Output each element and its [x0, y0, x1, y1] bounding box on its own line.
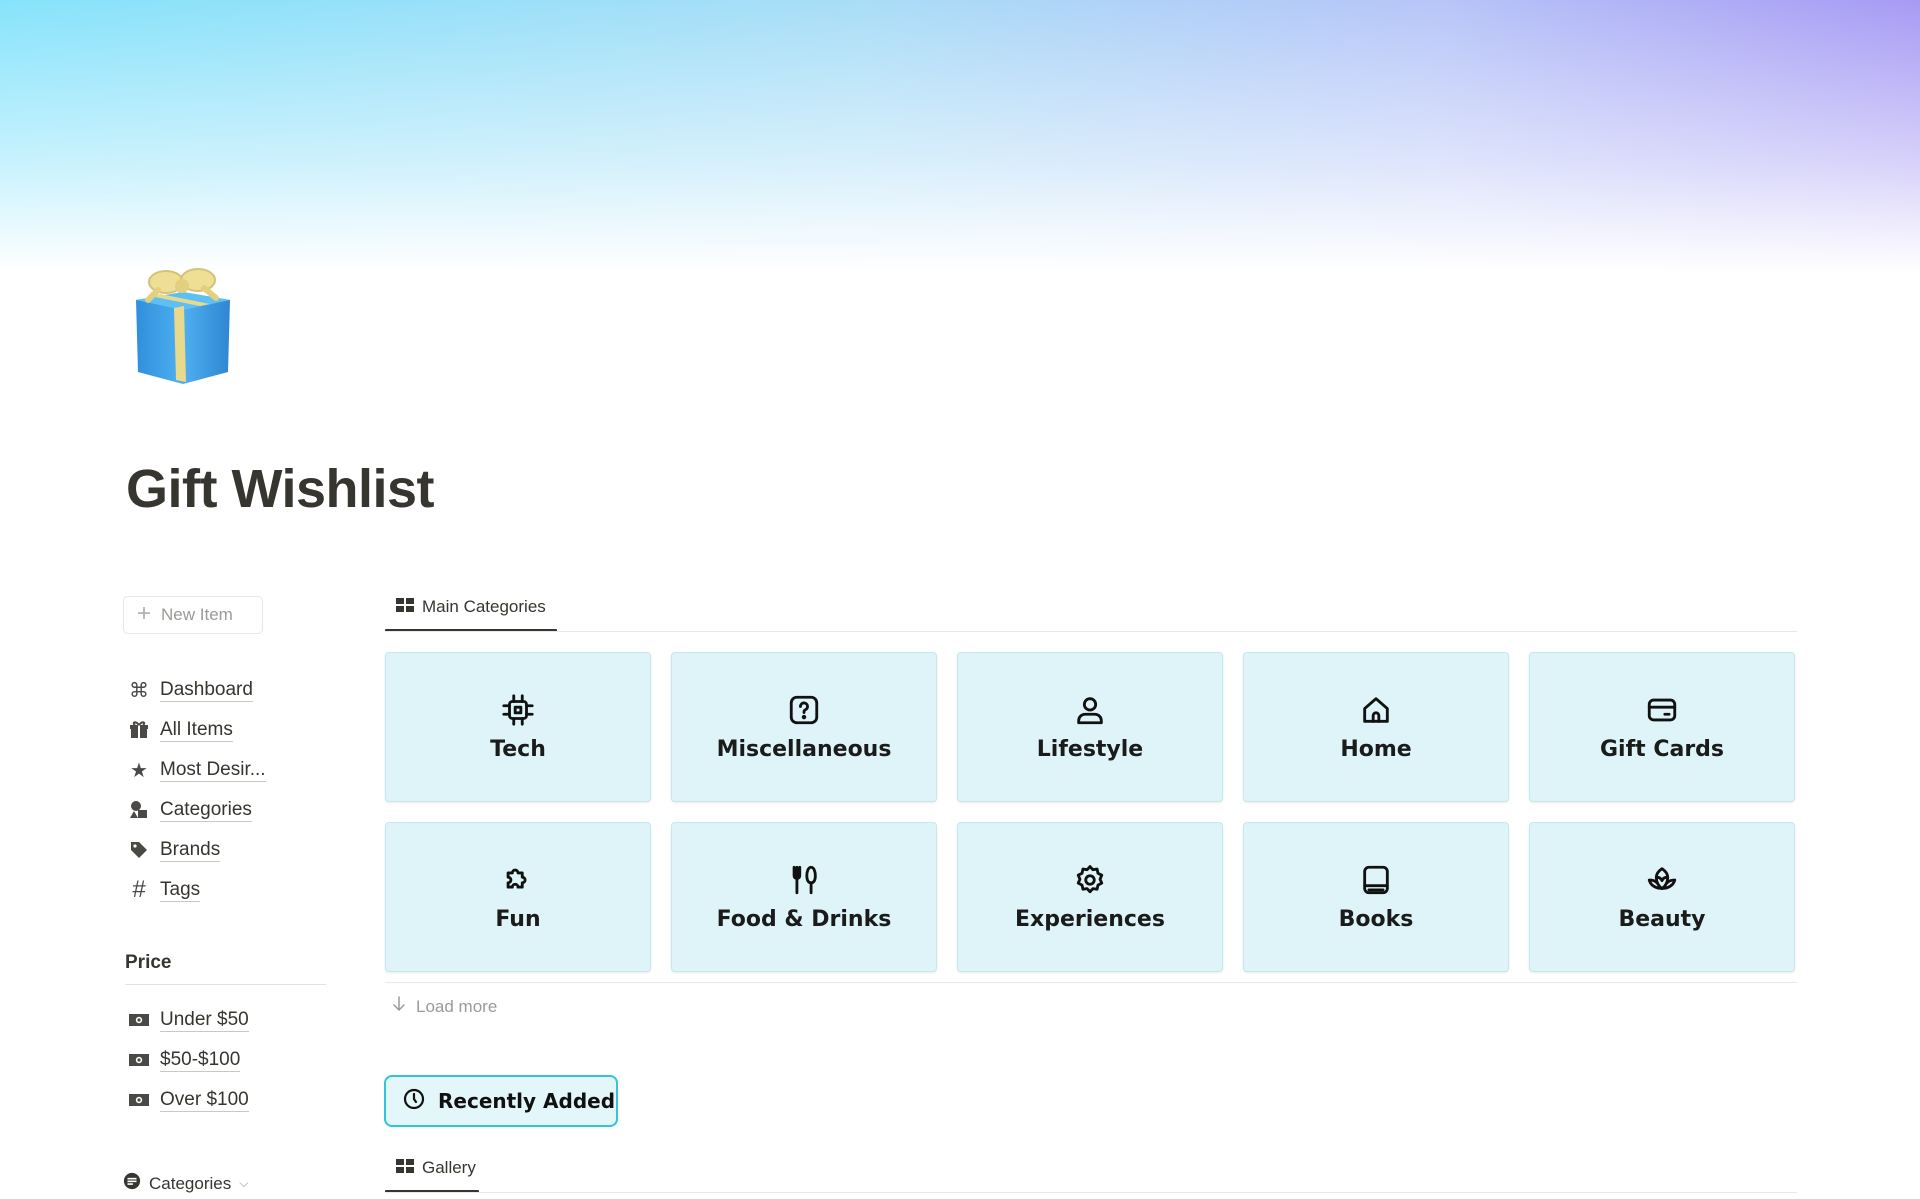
card-label: Miscellaneous — [716, 736, 892, 762]
lotus-icon — [1647, 866, 1677, 890]
category-card-gift-cards[interactable]: Gift Cards — [1529, 652, 1795, 802]
person-icon — [1077, 696, 1103, 724]
gallery-bottom-divider — [385, 982, 1797, 983]
sidebar-item-label[interactable]: All Items — [160, 719, 233, 742]
command-icon: ⌘ — [129, 679, 149, 702]
load-more-button[interactable]: Load more — [392, 996, 497, 1017]
money-icon — [128, 1049, 150, 1071]
puzzle-icon — [506, 868, 527, 888]
recently-added-label: Recently Added — [438, 1089, 616, 1113]
chip-icon — [502, 693, 534, 726]
category-card-fun[interactable]: Fun — [385, 822, 651, 972]
price-list: Under $50 $50-$100 Over $100 — [128, 1000, 249, 1120]
tab-label: Gallery — [422, 1158, 476, 1177]
sidebar-item-label[interactable]: Categories — [160, 799, 252, 822]
price-heading: Price — [125, 952, 326, 985]
book-icon — [1363, 865, 1389, 894]
recently-added-button[interactable]: Recently Added — [384, 1075, 618, 1127]
sidebar-item-label[interactable]: Over $100 — [160, 1089, 249, 1112]
category-card-beauty[interactable]: Beauty — [1529, 822, 1795, 972]
tab-divider — [385, 631, 1797, 632]
card-label: Home — [1340, 736, 1412, 762]
sidebar-nav: ⌘ Dashboard All Items ★ Most Desir... Ca… — [128, 670, 266, 910]
category-card-lifestyle[interactable]: Lifestyle — [957, 652, 1223, 802]
money-icon — [128, 1009, 150, 1031]
card-label: Food & Drinks — [716, 906, 892, 932]
card-icon — [1647, 698, 1677, 721]
gallery-view-icon — [396, 1158, 414, 1178]
categories-toggle-icon — [123, 1172, 141, 1195]
clock-icon — [402, 1087, 426, 1116]
question-icon — [789, 695, 819, 724]
new-item-button[interactable]: + New Item — [123, 596, 263, 634]
sidebar-item-label[interactable]: $50-$100 — [160, 1049, 241, 1072]
sidebar-item-most-desired[interactable]: ★ Most Desir... — [128, 750, 266, 790]
cover-banner — [0, 0, 1920, 272]
sidebar-item-dashboard[interactable]: ⌘ Dashboard — [128, 670, 266, 710]
fork-knife-icon — [792, 865, 817, 894]
category-card-tech[interactable]: Tech — [385, 652, 651, 802]
card-label: Experiences — [1015, 906, 1165, 932]
categories-toggle[interactable]: Categories ⌵ — [123, 1172, 248, 1195]
sidebar-item-brands[interactable]: Brands — [128, 830, 266, 870]
sidebar-item-categories[interactable]: Categories — [128, 790, 266, 830]
hashtag-icon: # — [132, 876, 146, 903]
card-label: Tech — [490, 736, 546, 762]
card-label: Books — [1338, 906, 1414, 932]
plus-icon: + — [137, 600, 152, 627]
page-title: Gift Wishlist — [126, 459, 435, 519]
category-card-miscellaneous[interactable]: Miscellaneous — [671, 652, 937, 802]
tab-divider — [385, 1192, 1797, 1193]
sidebar-item-under-50[interactable]: Under $50 — [128, 1000, 249, 1040]
arrow-down-icon — [392, 996, 406, 1017]
sidebar-item-50-100[interactable]: $50-$100 — [128, 1040, 249, 1080]
sidebar-item-label[interactable]: Most Desir... — [160, 759, 266, 782]
new-item-label: New Item — [161, 605, 233, 624]
categories-toggle-label: Categories — [149, 1173, 232, 1193]
sidebar-item-label[interactable]: Brands — [160, 839, 221, 862]
sidebar-item-label[interactable]: Under $50 — [160, 1009, 249, 1032]
card-label: Lifestyle — [1036, 736, 1144, 762]
tab-main-categories[interactable]: Main Categories — [385, 588, 557, 632]
sidebar-item-label[interactable]: Tags — [160, 879, 201, 902]
wrapped-gift-icon[interactable] — [128, 262, 238, 392]
card-label: Fun — [495, 906, 541, 932]
house-icon — [1363, 696, 1389, 723]
sidebar-item-over-100[interactable]: Over $100 — [128, 1080, 249, 1120]
gear-icon — [1076, 864, 1104, 893]
category-card-food-drinks[interactable]: Food & Drinks — [671, 822, 937, 972]
sidebar-item-label[interactable]: Dashboard — [160, 679, 253, 702]
categories-gallery: Tech Miscellaneous Lifestyle Home Gift C… — [385, 652, 1797, 972]
tab-gallery[interactable]: Gallery — [385, 1149, 479, 1193]
sidebar-item-tags[interactable]: # Tags — [128, 870, 266, 910]
card-label: Gift Cards — [1599, 736, 1725, 762]
gift-icon — [128, 719, 150, 741]
category-card-books[interactable]: Books — [1243, 822, 1509, 972]
chevron-down-icon: ⌵ — [239, 1176, 249, 1190]
category-card-experiences[interactable]: Experiences — [957, 822, 1223, 972]
load-more-label: Load more — [416, 996, 498, 1016]
shapes-icon — [128, 799, 150, 821]
star-icon: ★ — [130, 759, 148, 782]
category-card-home[interactable]: Home — [1243, 652, 1509, 802]
gallery-view-icon — [396, 597, 414, 617]
card-label: Beauty — [1618, 906, 1706, 932]
sidebar-item-all-items[interactable]: All Items — [128, 710, 266, 750]
money-icon — [128, 1089, 150, 1111]
tag-icon — [128, 839, 150, 861]
tab-label: Main Categories — [422, 597, 546, 616]
